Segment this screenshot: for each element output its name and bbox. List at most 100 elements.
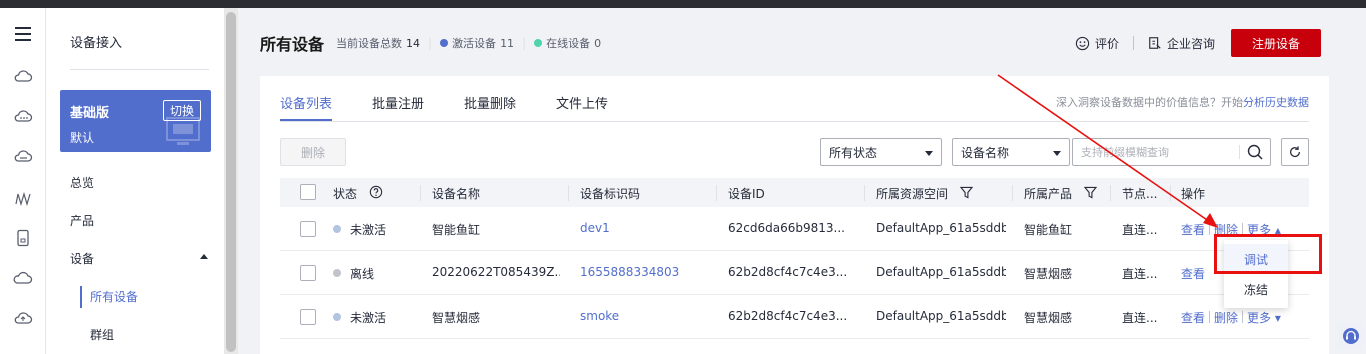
product-name: 智能鱼缸 <box>1024 223 1073 237</box>
search-input[interactable] <box>1073 145 1233 159</box>
sidebar-title: 设备接入 <box>70 36 123 51</box>
plan-card: 基础版 默认 切换 <box>60 90 211 152</box>
sidebar-scrollbar[interactable] <box>224 8 238 354</box>
table-row: 未激活 智能鱼缸 dev1 62cd6da66b9813... DefaultA… <box>280 207 1309 251</box>
row-actions: 查看 删除 更多 ▾ <box>1181 309 1281 326</box>
column-divider <box>420 185 421 201</box>
divider <box>70 69 209 70</box>
column-divider <box>1110 185 1111 201</box>
sidebar: 设备接入 基础版 默认 切换 总览 产品 设备 所有设备 群组 <box>46 8 224 354</box>
nav-item-overview[interactable]: 总览 <box>70 174 94 191</box>
column-divider <box>1170 185 1171 201</box>
nav-item-device[interactable]: 设备 <box>70 250 94 267</box>
field-filter-value: 设备名称 <box>961 145 1010 160</box>
product-name: 智慧烟感 <box>1024 311 1073 325</box>
chevron-down-icon[interactable]: ▾ <box>1275 311 1281 325</box>
view-link[interactable]: 查看 <box>1181 267 1205 281</box>
tab-batch-register[interactable]: 批量注册 <box>372 93 424 121</box>
field-filter-select[interactable]: 设备名称 <box>952 138 1070 166</box>
stat-active-label: 激活设备 <box>452 37 497 50</box>
wave-icon[interactable] <box>11 186 35 210</box>
column-header-space: 所属资源空间 <box>876 187 949 201</box>
stat-total-value: 14 <box>406 36 421 50</box>
plan-default-label: 默认 <box>70 131 95 145</box>
scrollbar-thumb[interactable] <box>226 12 236 352</box>
insight-text: 深入洞察设备数据中的价值信息？开始 <box>1056 96 1243 109</box>
analyze-history-link[interactable]: 分析历史数据 <box>1243 96 1309 109</box>
cloud-outline-icon[interactable] <box>11 266 35 290</box>
delete-link[interactable]: 删除 <box>1214 311 1238 325</box>
service-icon-bar <box>0 8 46 354</box>
page-header: 所有设备 当前设备总数 14 | 激活设备 11 | 在线设备 0 <box>260 31 601 55</box>
status-filter-value: 所有状态 <box>829 145 878 160</box>
device-identifier-link[interactable]: 1655888334803 <box>580 265 679 279</box>
online-dot-icon <box>534 39 543 47</box>
search-icon[interactable] <box>1246 143 1264 161</box>
stat-total: 当前设备总数 14 <box>336 35 420 51</box>
insight-banner: 深入洞察设备数据中的价值信息？开始分析历史数据 <box>1056 94 1309 110</box>
row-checkbox[interactable] <box>300 265 316 281</box>
active-dot-icon <box>440 39 449 47</box>
table-header: 状态 设备名称 设备标识码 设备ID 所属资源空间 所属产品 节点... 操作 <box>280 178 1309 207</box>
device-name: 智能鱼缸 <box>432 223 481 237</box>
rate-label: 评价 <box>1094 36 1119 51</box>
cloud-dots-icon[interactable] <box>11 104 35 128</box>
column-divider <box>716 185 717 201</box>
customer-service-button[interactable] <box>1337 322 1365 350</box>
delete-button[interactable]: 删除 <box>280 138 346 166</box>
refresh-button[interactable] <box>1281 138 1309 166</box>
nav-item-product[interactable]: 产品 <box>70 212 94 229</box>
subnav-item-groups[interactable]: 群组 <box>90 326 114 343</box>
status-dot-icon <box>333 225 341 233</box>
cloud-upload-icon[interactable] <box>11 306 35 330</box>
chevron-up-icon[interactable] <box>200 254 208 259</box>
node-type: 直连... <box>1122 267 1158 281</box>
stat-total-label: 当前设备总数 <box>336 37 403 50</box>
column-header-status: 状态 <box>333 187 358 201</box>
row-checkbox[interactable] <box>300 221 316 237</box>
status-filter-select[interactable]: 所有状态 <box>820 138 942 166</box>
stat-online-label: 在线设备 <box>546 37 591 50</box>
device-id: 62cd6da66b9813... <box>728 221 845 235</box>
status-text: 未激活 <box>350 311 387 325</box>
page-title: 所有设备 <box>260 35 325 54</box>
consult-button[interactable]: 企业咨询 <box>1148 35 1215 52</box>
view-link[interactable]: 查看 <box>1181 223 1205 237</box>
plan-switch-button[interactable]: 切换 <box>162 100 201 121</box>
cloud-alt-icon[interactable] <box>11 144 35 168</box>
stat-active: 激活设备 11 <box>440 35 514 51</box>
column-header-node: 节点... <box>1122 187 1158 201</box>
caret-down-icon <box>925 151 933 156</box>
register-device-button[interactable]: 注册设备 <box>1231 29 1321 57</box>
tab-device-list[interactable]: 设备列表 <box>280 93 333 121</box>
view-link[interactable]: 查看 <box>1181 311 1205 325</box>
menu-item-freeze[interactable]: 冻结 <box>1224 274 1288 304</box>
divider <box>1209 223 1211 235</box>
caret-down-icon <box>1053 151 1061 156</box>
filter-icon[interactable] <box>1084 186 1097 199</box>
device-identifier-link[interactable]: smoke <box>580 309 619 323</box>
help-icon[interactable] <box>369 185 383 199</box>
row-checkbox[interactable] <box>300 309 316 325</box>
tab-batch-delete[interactable]: 批量删除 <box>464 93 516 121</box>
device-icon[interactable] <box>11 226 35 250</box>
subnav-item-all-devices[interactable]: 所有设备 <box>90 288 138 305</box>
rate-button[interactable]: 评价 <box>1075 35 1119 52</box>
divider <box>1239 145 1240 159</box>
divider <box>1132 36 1134 50</box>
refresh-icon <box>1290 146 1300 158</box>
cloud-icon[interactable] <box>11 64 35 88</box>
stat-divider: | <box>428 36 433 50</box>
device-identifier-link[interactable]: dev1 <box>580 221 610 235</box>
tab-bar: 设备列表 批量注册 批量删除 文件上传 <box>280 93 608 121</box>
device-id: 62b2d8cf4c7c4e3... <box>728 265 848 279</box>
select-all-checkbox[interactable] <box>300 184 316 200</box>
header-actions: 评价 企业咨询 注册设备 <box>1075 29 1321 57</box>
tab-file-upload[interactable]: 文件上传 <box>556 93 608 121</box>
stat-online-value: 0 <box>594 36 602 50</box>
menu-icon[interactable] <box>11 22 35 46</box>
status-text: 未激活 <box>350 223 387 237</box>
device-list-card: 设备列表 批量注册 批量删除 文件上传 深入洞察设备数据中的价值信息？开始分析历… <box>260 76 1329 354</box>
filter-icon[interactable] <box>960 186 973 199</box>
more-link[interactable]: 更多 <box>1247 311 1271 325</box>
